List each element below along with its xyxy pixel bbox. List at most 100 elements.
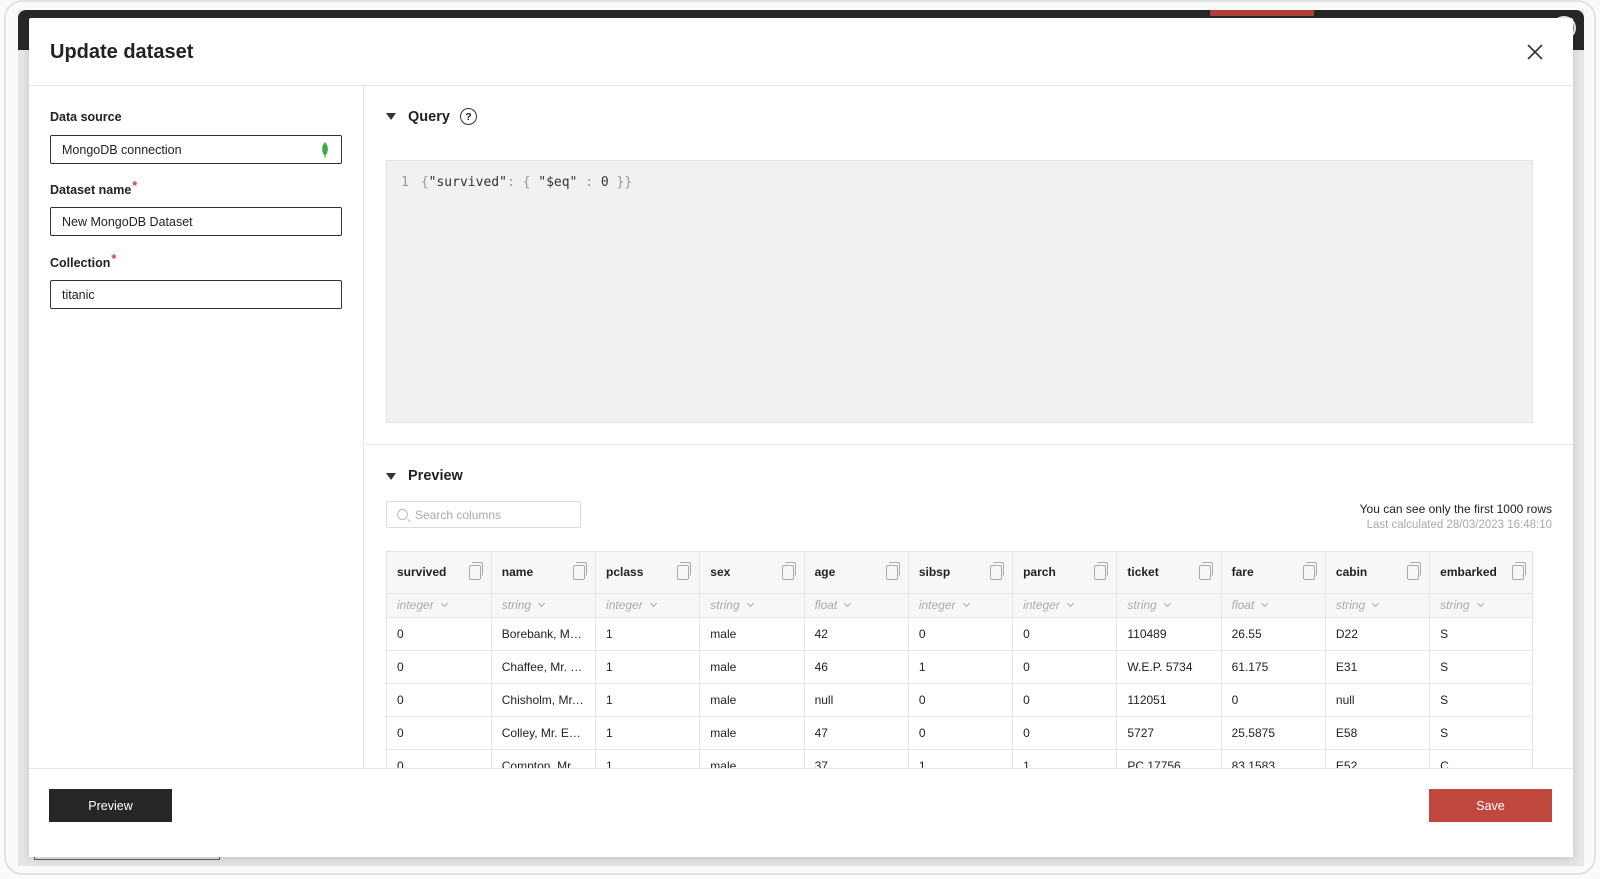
column-type: float — [814, 598, 838, 612]
column-type-select[interactable]: float — [1221, 593, 1326, 618]
table-cell-survived: 0 — [387, 683, 492, 717]
chevron-down-icon — [1372, 599, 1380, 608]
column-header-fare[interactable]: fare — [1221, 552, 1326, 594]
column-header-sibsp[interactable]: sibsp — [908, 552, 1014, 594]
table-cell-cabin: null — [1325, 683, 1431, 717]
column-type: string — [501, 598, 532, 612]
table-cell-pclass: 1 — [595, 650, 701, 684]
table-cell-cabin: E58 — [1325, 716, 1431, 750]
save-button[interactable]: Save — [1429, 789, 1552, 822]
table-cell-sex: male — [699, 716, 805, 750]
column-type-select[interactable]: string — [1429, 593, 1532, 618]
column-type: string — [1440, 598, 1470, 612]
data-source-label: Data source — [50, 110, 122, 124]
column-header-sex[interactable]: sex — [699, 552, 805, 594]
copy-icon[interactable] — [1512, 562, 1526, 580]
query-editor[interactable]: 1 {"survived": { "$eq" : 0 }} — [386, 160, 1533, 423]
copy-icon[interactable] — [781, 562, 796, 580]
table-cell-sex: male — [699, 617, 805, 651]
column-header-pclass[interactable]: pclass — [595, 552, 701, 594]
query-title: Query — [408, 108, 450, 125]
column-header-embarked[interactable]: embarked — [1429, 552, 1532, 594]
required-mark: * — [132, 178, 138, 193]
column-type-select[interactable]: string — [1325, 593, 1431, 618]
column-header-name[interactable]: name — [491, 552, 597, 594]
table-cell-parch: 0 — [1012, 716, 1118, 750]
modal-title: Update dataset — [50, 41, 194, 63]
query-preview-panel: Query ? 1 {"survived": { "$eq" : 0 }} Pr… — [365, 86, 1573, 786]
search-columns-field[interactable]: Search columns — [386, 501, 581, 528]
column-type: integer — [606, 598, 643, 612]
search-icon — [397, 509, 408, 520]
chevron-down-icon — [440, 599, 448, 608]
data-source-select[interactable]: MongoDB connection — [50, 135, 342, 164]
copy-icon[interactable] — [990, 562, 1005, 580]
rows-note: You can see only the first 1000 rows Las… — [1360, 502, 1552, 531]
table-cell-ticket: 110489 — [1116, 617, 1222, 651]
preview-table: survived name pclass sex age sibsp parch ticket… — [387, 552, 1532, 786]
preview-section-toggle[interactable]: Preview — [386, 468, 463, 484]
dataset-name-input[interactable] — [50, 207, 342, 236]
table-cell-sibsp: 1 — [908, 650, 1014, 684]
chevron-down-icon — [1066, 599, 1074, 608]
preview-table-container[interactable]: survived name pclass sex age sibsp parch ticket… — [386, 551, 1533, 786]
table-type-row: integer string integer string float integer in… — [387, 593, 1532, 618]
copy-icon[interactable] — [1407, 562, 1422, 580]
table-cell-fare: 0 — [1221, 683, 1326, 717]
last-calculated-text: Last calculated 28/03/2023 16:48:10 — [1366, 519, 1552, 531]
column-header-ticket[interactable]: ticket — [1116, 552, 1222, 594]
column-type-select[interactable]: integer — [1012, 593, 1118, 618]
copy-icon[interactable] — [885, 562, 900, 580]
copy-icon[interactable] — [468, 562, 483, 580]
column-type: float — [1231, 598, 1255, 612]
copy-icon[interactable] — [1094, 562, 1109, 580]
table-cell-parch: 0 — [1012, 683, 1118, 717]
column-name: embarked — [1440, 565, 1497, 580]
column-header-age[interactable]: age — [804, 552, 909, 594]
column-type-select[interactable]: string — [1116, 593, 1222, 618]
modal-footer: Preview Save — [29, 768, 1573, 857]
column-name: age — [814, 565, 836, 580]
column-header-cabin[interactable]: cabin — [1325, 552, 1431, 594]
modal-header: Update dataset — [29, 18, 1573, 86]
column-type-select[interactable]: string — [491, 593, 597, 618]
table-cell-ticket: W.E.P. 5734 — [1116, 650, 1222, 684]
copy-icon[interactable] — [677, 562, 692, 580]
table-row: 0 Colley, Mr. Edwar... 1 male 47 0 0 5727 25.587… — [387, 716, 1532, 750]
copy-icon[interactable] — [1302, 562, 1317, 580]
search-columns-placeholder: Search columns — [415, 507, 502, 522]
query-section-toggle[interactable]: Query ? — [386, 108, 477, 125]
preview-button[interactable]: Preview — [49, 789, 172, 822]
required-mark: * — [111, 251, 117, 266]
table-cell-name: Chisholm, Mr. Ro... — [491, 683, 597, 717]
table-cell-parch: 0 — [1012, 617, 1118, 651]
chevron-down-icon — [1163, 599, 1171, 608]
table-cell-name: Colley, Mr. Edwar... — [491, 716, 597, 750]
collection-input[interactable] — [50, 280, 342, 309]
table-cell-survived: 0 — [387, 716, 492, 750]
column-type: string — [1335, 598, 1366, 612]
table-cell-sibsp: 0 — [908, 683, 1014, 717]
column-name: fare — [1231, 565, 1254, 580]
column-name: sex — [710, 565, 731, 580]
column-type-select[interactable]: integer — [595, 593, 701, 618]
column-type-select[interactable]: string — [699, 593, 805, 618]
column-header-survived[interactable]: survived — [387, 552, 492, 594]
code-line: 1 {"survived": { "$eq" : 0 }} — [401, 175, 632, 190]
table-cell-pclass: 1 — [595, 716, 701, 750]
dataset-name-label: Dataset name* — [50, 178, 138, 197]
help-icon[interactable]: ? — [459, 108, 477, 125]
close-button[interactable] — [1523, 40, 1547, 64]
copy-icon[interactable] — [573, 562, 588, 580]
table-header-row: survived name pclass sex age sibsp parch ticket… — [387, 552, 1532, 594]
column-type-select[interactable]: float — [804, 593, 909, 618]
table-cell-sex: male — [699, 650, 805, 684]
column-type-select[interactable]: integer — [908, 593, 1014, 618]
chevron-down-icon — [962, 599, 970, 608]
table-cell-pclass: 1 — [595, 617, 701, 651]
table-cell-sex: male — [699, 683, 805, 717]
copy-icon[interactable] — [1198, 562, 1213, 580]
column-header-parch[interactable]: parch — [1012, 552, 1118, 594]
column-type-select[interactable]: integer — [387, 593, 492, 618]
column-type: integer — [918, 598, 956, 612]
